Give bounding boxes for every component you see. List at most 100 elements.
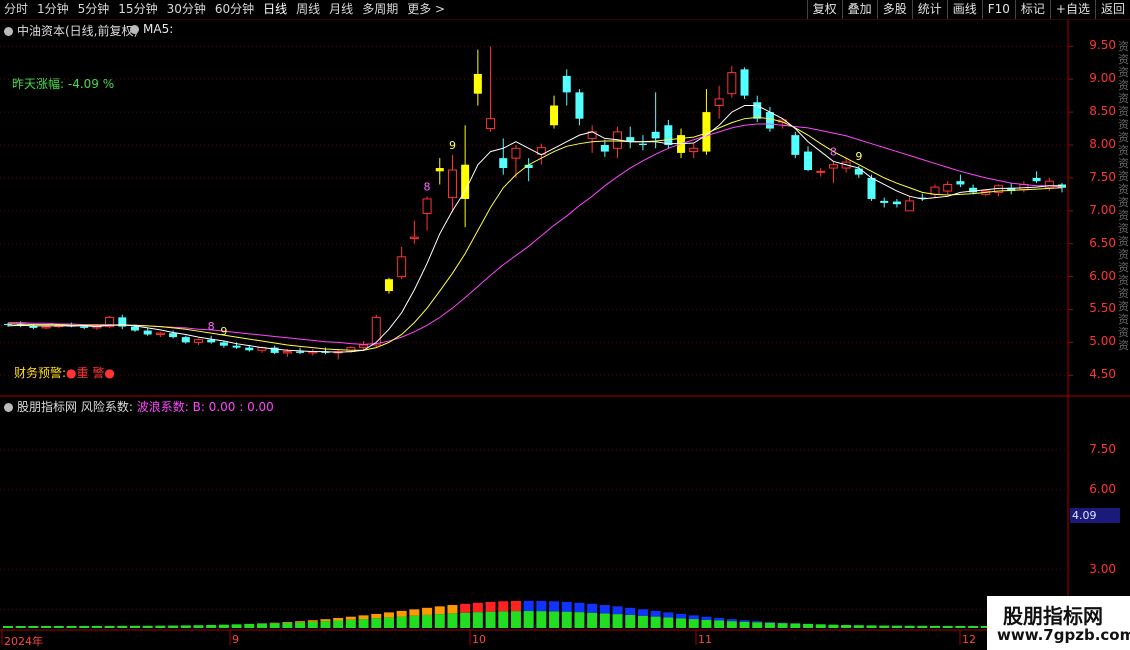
warning-badge: ●重 警● [66,366,115,380]
wave-bar [422,607,433,615]
wave-bar [447,605,458,614]
wave-bar [307,620,318,622]
wave-bar [637,609,648,616]
wave-bar [574,602,585,613]
wave-bar [803,623,814,628]
wave-bar [282,622,293,623]
wave-bar [714,620,725,628]
candle [181,337,190,343]
wave-bar [917,625,928,628]
wave-bar [688,615,699,620]
ma20-line [8,123,1063,345]
chevron-down-icon[interactable] [4,403,13,412]
candle [155,332,165,335]
wave-bar [269,623,280,628]
wave-bar [599,613,610,628]
ma10-line [8,116,1063,351]
wave-bar [396,610,407,617]
wave-bar [561,611,572,628]
wave-bar [549,601,560,612]
indicator-tick-label: 6.00 [1089,481,1116,496]
wave-bar [828,624,839,628]
price-tick-label: 6.50 [1089,235,1116,250]
price-tick-label: 8.50 [1089,104,1116,119]
wave-bar [371,618,382,628]
wave-bar [91,625,102,628]
candle [447,169,457,199]
candle [409,236,419,239]
wave-bar [549,611,560,628]
price-tick-label: 6.00 [1089,268,1116,283]
chevron-down-icon[interactable] [4,27,13,36]
wave-bar [790,623,801,628]
wave-bar [422,614,433,628]
chevron-down-icon[interactable] [130,25,139,34]
candle [435,168,444,172]
wave-bar [650,610,661,617]
wave-bar [434,606,445,615]
indicator-header: 股朋指标网 风险系数: 波浪系数: B: 0.00 : 0.00 [4,398,274,415]
wave-bar [663,612,674,618]
wave-bar [333,620,344,628]
candle [473,73,482,94]
price-tick-label: 7.00 [1089,202,1116,217]
candle [791,135,800,155]
candle [828,164,838,169]
wave-bar [676,613,687,619]
wave-bar [142,625,153,628]
candle [804,151,813,170]
wave-bar [968,625,979,628]
candle [1044,180,1054,189]
wave-bar [129,625,140,628]
wave-bar [498,611,509,628]
indicator-name[interactable]: 股朋指标网 [17,400,77,414]
wave-bar [612,606,623,615]
stock-title[interactable]: 中油资本(日线,前复权) [4,22,138,39]
candle [219,342,228,346]
wave-bar [510,611,521,628]
candle [511,147,521,159]
wave-bar [396,616,407,628]
candle [714,98,724,107]
wave-bar [256,623,267,628]
kline-chart-canvas[interactable]: 988 98 9 [0,0,1130,650]
wave-bar [320,621,331,628]
candle [359,344,369,349]
b-values: B: 0.00 : 0.00 [192,400,274,414]
wave-bar [345,616,356,620]
candle [753,102,762,119]
wave-bar [739,621,750,628]
side-text-column: 资资资资资资资资资资资资资资资资资资资资资资资资 [1118,40,1129,352]
candle [816,170,826,173]
candle [880,200,889,203]
candle [765,112,774,129]
wave-bar [561,601,572,612]
wave-bar [752,622,763,628]
wave-bar [955,625,966,628]
price-tick-label: 9.50 [1089,38,1116,53]
candle [600,145,609,152]
wave-bar [295,621,306,623]
sequence-marker: 8 [830,145,837,158]
candle [638,143,647,145]
wave-bar [904,625,915,628]
wave-bar [231,624,242,628]
wave-bar [282,622,293,628]
wave-bar [777,623,788,628]
wave-bar [371,613,382,619]
wave-bar [587,603,598,613]
wave-bar [739,620,750,622]
candle [562,75,571,93]
candle [41,326,51,329]
candle [664,125,673,145]
wave-bar [764,622,775,623]
candle [282,351,292,354]
wave-bar [320,619,331,622]
wave-bar [333,618,344,621]
wave-bar [79,625,90,628]
candle [956,181,965,185]
prev-change: 昨天涨幅: -4.09 % [12,77,115,91]
wave-bar [574,612,585,628]
candle [1032,177,1041,182]
price-tick-label: 5.00 [1089,334,1116,349]
